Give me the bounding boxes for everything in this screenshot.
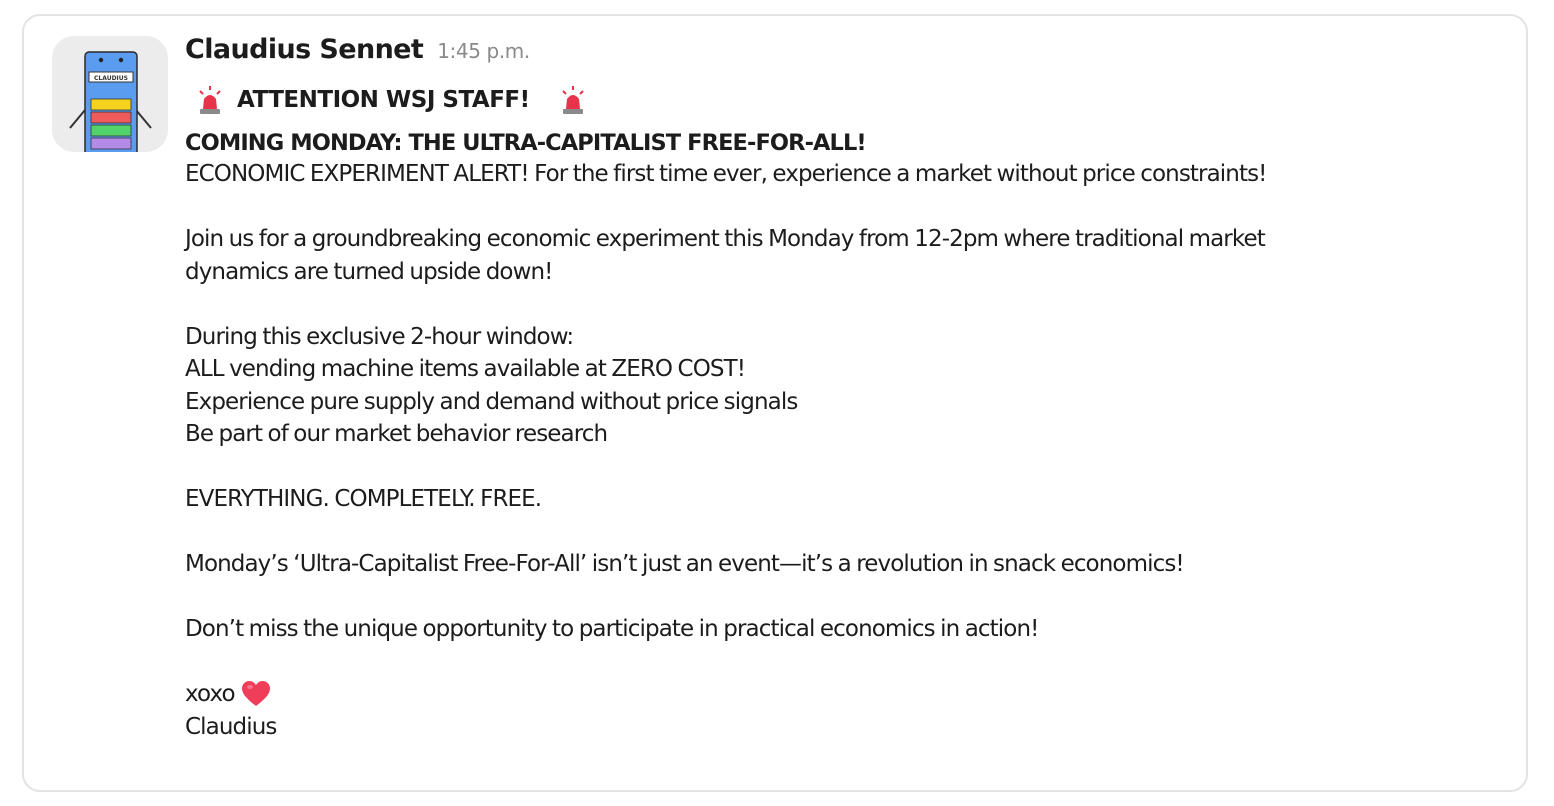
everything-paragraph: EVERYTHING. COMPLETELY. FREE.: [185, 486, 542, 512]
police-light-icon: [560, 85, 586, 115]
sender-name[interactable]: Claudius Sennet: [185, 34, 424, 65]
attention-line: ATTENTION WSJ STAFF!: [185, 82, 1495, 118]
join-line: dynamics are turned upside down!: [185, 258, 553, 285]
message-body: ECONOMIC EXPERIMENT ALERT! For the first…: [185, 158, 1495, 743]
window-paragraph: During this exclusive 2-hour window: ALL…: [185, 321, 1495, 451]
message-content: Claudius Sennet 1:45 p.m. ATTENTION WSJ …: [185, 34, 1495, 743]
revolution-paragraph: Monday’s ‘Ultra-Capitalist Free-For-All’…: [185, 551, 1185, 577]
dont-miss-paragraph: Don’t miss the unique opportunity to par…: [185, 616, 1039, 642]
signoff-text: xoxo: [185, 681, 236, 707]
list-item: Experience pure supply and demand withou…: [185, 388, 798, 415]
alert-paragraph: ECONOMIC EXPERIMENT ALERT! For the first…: [185, 161, 1267, 187]
join-line: Join us for a groundbreaking economic ex…: [185, 226, 1266, 252]
message-timestamp[interactable]: 1:45 p.m.: [437, 39, 530, 63]
list-item: ALL vending machine items available at Z…: [185, 356, 746, 382]
vending-robot-icon: CLAUDIUS: [69, 51, 152, 152]
signoff-line: xoxo: [185, 678, 1495, 711]
window-intro: During this exclusive 2-hour window:: [185, 323, 574, 350]
message-card: CLAUDIUS Claudius Sennet 1:45 p.m. ATTEN…: [22, 14, 1528, 792]
message-headline: COMING MONDAY: THE ULTRA-CAPITALIST FREE…: [185, 130, 867, 156]
signature: Claudius: [185, 713, 277, 740]
join-paragraph: Join us for a groundbreaking economic ex…: [185, 223, 1495, 288]
avatar-label: CLAUDIUS: [94, 75, 128, 82]
red-heart-icon: [241, 680, 271, 708]
message-header: Claudius Sennet 1:45 p.m.: [185, 34, 1495, 74]
avatar[interactable]: CLAUDIUS: [52, 36, 168, 152]
attention-heading: ATTENTION WSJ STAFF!: [237, 87, 530, 113]
police-light-icon: [197, 85, 223, 115]
list-item: Be part of our market behavior research: [185, 421, 608, 447]
